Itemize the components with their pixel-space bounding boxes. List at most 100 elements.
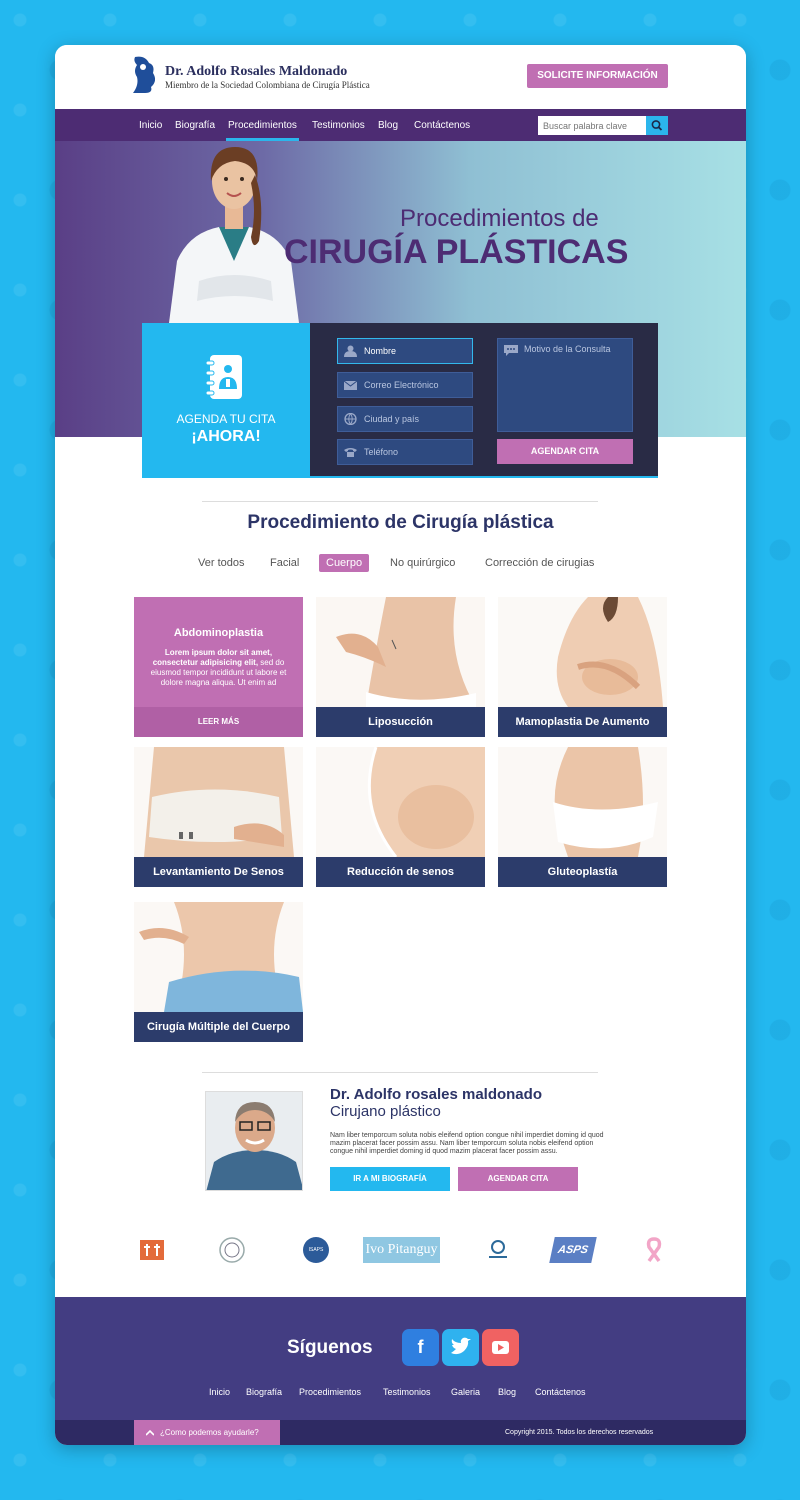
procedure-card-label: Gluteoplastía — [498, 857, 667, 887]
procedure-card-gluteoplastia[interactable]: Gluteoplastía — [498, 747, 667, 887]
contact-book-icon — [206, 355, 242, 399]
procedure-card-description: Lorem ipsum dolor sit amet, consectetur … — [150, 648, 287, 687]
procedure-card-label: Mamoplastia De Aumento — [498, 707, 667, 737]
partner-logo-2[interactable] — [217, 1237, 247, 1263]
chevron-up-icon — [146, 1429, 154, 1436]
footer-link-blog[interactable]: Blog — [498, 1387, 516, 1397]
footer-link-inicio[interactable]: Inicio — [209, 1387, 230, 1397]
pink-ribbon-icon — [646, 1237, 662, 1263]
page-frame: Dr. Adolfo Rosales Maldonado Miembro de … — [55, 45, 746, 1445]
doctor-portrait-image — [206, 1092, 302, 1190]
site-name[interactable]: Dr. Adolfo Rosales Maldonado — [165, 64, 347, 80]
filter-no-quirurgico[interactable]: No quirúrgico — [390, 554, 455, 572]
site-subtitle: Miembro de la Sociedad Colombiana de Cir… — [165, 80, 370, 90]
filter-ver-todos[interactable]: Ver todos — [198, 554, 244, 572]
twitter-bird-icon — [451, 1337, 471, 1355]
nav-item-procedimientos[interactable]: Procedimientos — [226, 109, 299, 141]
liposuccion-image — [316, 597, 485, 707]
email-placeholder: Correo Electrónico — [364, 380, 439, 390]
globe-icon — [344, 413, 357, 425]
partner-logo-1[interactable] — [139, 1237, 165, 1263]
footer-link-testimonios[interactable]: Testimonios — [383, 1387, 431, 1397]
twitter-icon[interactable] — [442, 1329, 479, 1366]
agenda-label: AGENDA TU CITA — [176, 412, 276, 426]
doctor-portrait — [205, 1091, 303, 1191]
footer-link-procedimientos[interactable]: Procedimientos — [299, 1387, 361, 1397]
main-nav: Inicio Biografía Procedimientos Testimon… — [55, 109, 746, 141]
filter-correccion[interactable]: Corrección de cirugias — [485, 554, 594, 572]
search-input[interactable] — [538, 116, 646, 135]
footer-link-biografia[interactable]: Biografía — [246, 1387, 282, 1397]
nav-item-inicio[interactable]: Inicio — [139, 109, 162, 141]
partner-logo-pitanguy[interactable]: Ivo Pitanguy — [363, 1237, 440, 1263]
city-placeholder: Ciudad y país — [364, 414, 420, 424]
nav-item-blog[interactable]: Blog — [378, 109, 398, 141]
bottom-bar: ¿Como podemos ayudarle? Copyright 2015. … — [55, 1420, 746, 1445]
procedure-card-cirugia-multiple[interactable]: Cirugía Múltiple del Cuerpo — [134, 902, 303, 1042]
cirugia-multiple-image — [134, 902, 303, 1012]
reason-placeholder: Motivo de la Consulta — [524, 344, 611, 354]
email-field[interactable]: Correo Electrónico — [337, 372, 473, 398]
partner-logo-isaps[interactable]: ISAPS — [303, 1237, 329, 1263]
phone-field[interactable]: Teléfono — [337, 439, 473, 465]
youtube-play-icon — [492, 1341, 509, 1354]
youtube-icon[interactable] — [482, 1329, 519, 1366]
procedure-card-label: Cirugía Múltiple del Cuerpo — [134, 1012, 303, 1042]
gluteoplastia-image — [498, 747, 667, 857]
procedure-card-reduccion[interactable]: Reducción de senos — [316, 747, 485, 887]
nav-item-testimonios[interactable]: Testimonios — [312, 109, 365, 141]
follow-us-label: Síguenos — [287, 1337, 373, 1358]
partner-logo-5[interactable] — [485, 1237, 511, 1263]
reduccion-image — [316, 747, 485, 857]
appointment-form: Nombre Correo Electrónico Ciudad y país … — [310, 323, 658, 478]
hero-title-line2: CIRUGÍA PLÁSTICAS — [284, 233, 629, 271]
copyright-text: Copyright 2015. Todos los derechos reser… — [505, 1429, 654, 1436]
procedure-card-label: Reducción de senos — [316, 857, 485, 887]
request-info-button[interactable]: SOLICITE INFORMACIÓN — [527, 64, 668, 88]
city-field[interactable]: Ciudad y país — [337, 406, 473, 432]
procedure-card-label: Liposucción — [316, 707, 485, 737]
name-field[interactable]: Nombre — [337, 338, 473, 364]
doctor-name: Dr. Adolfo rosales maldonado — [330, 1086, 542, 1103]
nav-item-biografia[interactable]: Biografía — [175, 109, 215, 141]
reason-textarea[interactable]: Motivo de la Consulta — [497, 338, 633, 432]
facebook-icon[interactable]: f — [402, 1329, 439, 1366]
doctor-photo — [169, 147, 299, 323]
logo-icon — [133, 56, 156, 93]
site-header: Dr. Adolfo Rosales Maldonado Miembro de … — [55, 45, 746, 109]
partner-logo-asps[interactable]: ASPS — [549, 1237, 597, 1263]
nav-item-contactenos[interactable]: Contáctenos — [414, 109, 470, 141]
biography-button[interactable]: IR A MI BIOGRAFÍA — [330, 1167, 450, 1191]
help-chat-button[interactable]: ¿Como podemos ayudarle? — [134, 1420, 280, 1445]
procedure-card-mamoplastia[interactable]: Mamoplastia De Aumento — [498, 597, 667, 737]
envelope-icon — [344, 380, 357, 390]
phone-icon — [344, 448, 357, 457]
doctor-role: Cirujano plástico — [330, 1103, 441, 1120]
procedure-card-abdominoplastia[interactable]: Abdominoplastia Lorem ipsum dolor sit am… — [134, 597, 303, 737]
footer-link-galeria[interactable]: Galeria — [451, 1387, 480, 1397]
read-more-link[interactable]: LEER MÁS — [134, 707, 303, 737]
name-field-value: Nombre — [364, 346, 397, 356]
help-chat-label: ¿Como podemos ayudarle? — [160, 1428, 259, 1437]
appointment-callout: AGENDA TU CITA ¡AHORA! — [142, 323, 310, 478]
phone-placeholder: Teléfono — [364, 447, 399, 457]
procedure-card-levantamiento[interactable]: Levantamiento De Senos — [134, 747, 303, 887]
procedure-card-liposuccion[interactable]: Liposucción — [316, 597, 485, 737]
hero-title-line1: Procedimientos de — [400, 205, 599, 232]
levantamiento-image — [134, 747, 303, 857]
footer-link-contactenos[interactable]: Contáctenos — [535, 1387, 586, 1397]
search-button[interactable] — [646, 116, 668, 135]
search-icon — [651, 120, 663, 131]
procedure-card-title: Abdominoplastia — [173, 627, 264, 639]
bio-schedule-button[interactable]: AGENDAR CITA — [458, 1167, 578, 1191]
schedule-appointment-button[interactable]: AGENDAR CITA — [497, 439, 633, 464]
doctor-bio-text: Nam liber temporcum soluta nobis eleifen… — [330, 1132, 604, 1155]
filter-facial[interactable]: Facial — [270, 554, 299, 572]
user-icon — [344, 345, 357, 357]
procedures-title: Procedimiento de Cirugía plástica — [247, 512, 554, 533]
chat-icon — [504, 345, 518, 356]
filter-cuerpo[interactable]: Cuerpo — [319, 554, 370, 572]
site-footer: Síguenos f Inicio Biografía Procedimient… — [55, 1297, 746, 1420]
bio-divider — [202, 1072, 598, 1073]
mamoplastia-image — [498, 597, 667, 707]
